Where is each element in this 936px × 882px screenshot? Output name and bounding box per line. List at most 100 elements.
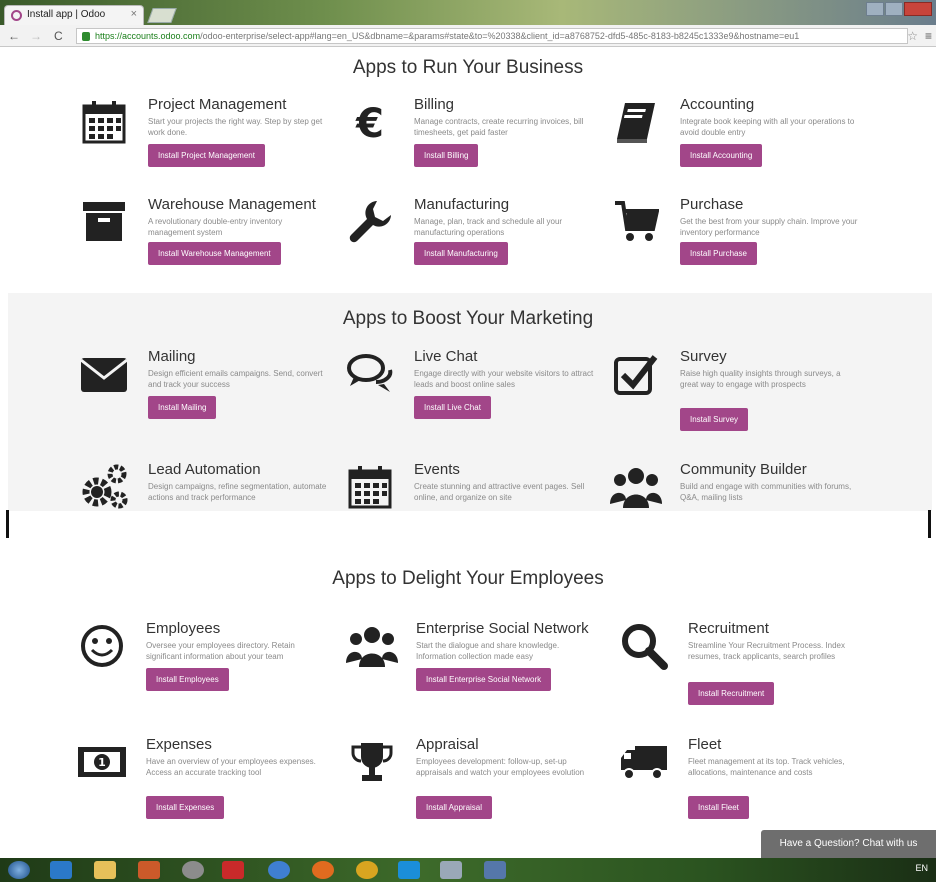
install-recruitment-button[interactable]: Install Recruitment	[688, 682, 775, 705]
app-description: Raise high quality insights through surv…	[680, 369, 841, 389]
install-billing-button[interactable]: Install Billing	[414, 144, 479, 167]
install-survey-button[interactable]: Install Survey	[680, 408, 749, 431]
app-name: Community Builder	[680, 461, 807, 478]
group-icon	[610, 461, 662, 513]
envelope-icon	[78, 348, 130, 400]
internet-explorer-icon[interactable]	[50, 861, 72, 879]
app-name: Accounting	[680, 96, 755, 113]
app-description: Get the best from your supply chain. Imp…	[680, 217, 858, 237]
app-name: Enterprise Social Network	[416, 620, 589, 637]
app-name: Fleet	[688, 736, 722, 753]
app-description: Manage contracts, create recurring invoi…	[414, 117, 584, 137]
maximize-button[interactable]	[885, 2, 903, 16]
app-description: Design efficient emails campaigns. Send,…	[148, 369, 323, 389]
start-button[interactable]	[8, 861, 30, 879]
install-project-management-button[interactable]: Install Project Management	[148, 144, 265, 167]
gears-icon	[78, 461, 130, 513]
system-tray[interactable]: EN	[915, 863, 928, 873]
app-description: Start your projects the right way. Step …	[148, 117, 323, 137]
odoo-favicon-icon	[11, 10, 22, 21]
install-live-chat-button[interactable]: Install Live Chat	[414, 396, 491, 419]
app-description: Streamline Your Recruitment Process. Ind…	[688, 641, 845, 661]
app-name: Expenses	[146, 736, 212, 753]
install-employees-button[interactable]: Install Employees	[146, 668, 229, 691]
install-warehouse-button[interactable]: Install Warehouse Management	[148, 242, 281, 265]
frame-edge-right	[928, 510, 931, 538]
trophy-icon	[346, 736, 398, 788]
group-icon	[346, 620, 398, 672]
install-accounting-button[interactable]: Install Accounting	[680, 144, 763, 167]
calendar-icon	[344, 461, 396, 513]
app-description: Integrate book keeping with all your ope…	[680, 117, 855, 137]
app-description: Design campaigns, refine segmentation, a…	[148, 482, 327, 502]
install-manufacturing-button[interactable]: Install Manufacturing	[414, 242, 508, 265]
app-description: Create stunning and attractive event pag…	[414, 482, 585, 502]
browser-tab[interactable]: Install app | Odoo ×	[4, 5, 144, 25]
window-controls	[866, 2, 932, 16]
tab-close-icon[interactable]: ×	[131, 8, 137, 20]
install-enterprise-social-network-button[interactable]: Install Enterprise Social Network	[416, 668, 552, 691]
minimize-button[interactable]	[866, 2, 884, 16]
app-description: Have an overview of your employees expen…	[146, 757, 316, 777]
window-titlebar: Install app | Odoo ×	[0, 0, 936, 25]
app-name: Live Chat	[414, 348, 478, 365]
truck-icon	[618, 736, 670, 788]
app-name: Events	[414, 461, 460, 478]
chat-bubbles-icon	[344, 348, 396, 400]
install-purchase-button[interactable]: Install Purchase	[680, 242, 757, 265]
section-title-marketing: Apps to Boost Your Marketing	[342, 308, 594, 329]
firefox-icon[interactable]	[312, 861, 334, 879]
svg-text:1: 1	[98, 756, 106, 769]
app-description: Oversee your employees directory. Retain…	[146, 641, 295, 661]
back-icon[interactable]: ←	[8, 29, 20, 43]
new-tab-button[interactable]	[147, 8, 177, 23]
bookmark-star-icon[interactable]: ☆	[907, 29, 918, 43]
app-description: Employees development: follow-up, set-up…	[416, 757, 585, 777]
frame-edge-left	[6, 510, 9, 538]
forward-icon[interactable]: →	[30, 29, 42, 43]
checkbox-icon	[610, 348, 662, 400]
app-name: Warehouse Management	[148, 196, 316, 213]
screenshot-gap	[0, 511, 936, 541]
app-name: Project Management	[148, 96, 287, 113]
browser-menu-icon[interactable]: ≡	[925, 29, 932, 43]
calendar-icon	[78, 96, 130, 148]
windows-taskbar: EN	[0, 858, 936, 882]
install-mailing-button[interactable]: Install Mailing	[148, 396, 217, 419]
smiley-icon	[76, 620, 128, 672]
app-name: Purchase	[680, 196, 744, 213]
skype-icon[interactable]	[398, 861, 420, 879]
browser-toolbar: ← → C https://accounts.odoo.com/odoo-ent…	[0, 25, 936, 47]
app-name: Lead Automation	[148, 461, 261, 478]
app-description: Engage directly with your website visito…	[414, 369, 594, 389]
svg-text:€: €	[355, 101, 384, 145]
app-name: Manufacturing	[414, 196, 510, 213]
wrench-icon	[344, 196, 396, 248]
install-fleet-button[interactable]: Install Fleet	[688, 796, 749, 819]
media-player-icon[interactable]	[138, 861, 160, 879]
section-title-employees: Apps to Delight Your Employees	[332, 568, 604, 589]
close-window-button[interactable]	[904, 2, 932, 16]
url-path: /odoo-enterprise/select-app#lang=en_US&d…	[200, 31, 800, 41]
network-app-icon[interactable]	[268, 861, 290, 879]
app-description: A revolutionary double-entry inventory m…	[148, 217, 283, 237]
live-chat-widget[interactable]: Have a Question? Chat with us	[761, 830, 936, 858]
chrome-icon[interactable]	[356, 861, 378, 879]
app-taskbar-icon[interactable]	[484, 861, 506, 879]
lock-icon	[82, 32, 90, 41]
file-explorer-icon[interactable]	[94, 861, 116, 879]
app-taskbar-icon[interactable]	[182, 861, 204, 879]
app-name: Billing	[414, 96, 455, 113]
install-expenses-button[interactable]: Install Expenses	[146, 796, 225, 819]
app-taskbar-icon[interactable]	[440, 861, 462, 879]
app-description: Manage, plan, track and schedule all you…	[414, 217, 563, 237]
acrobat-icon[interactable]	[222, 861, 244, 879]
magnifier-icon	[618, 620, 670, 672]
app-name: Employees	[146, 620, 221, 637]
app-name: Recruitment	[688, 620, 769, 637]
install-appraisal-button[interactable]: Install Appraisal	[416, 796, 493, 819]
reload-icon[interactable]: C	[54, 29, 63, 43]
money-icon: 1	[76, 736, 128, 788]
address-bar[interactable]: https://accounts.odoo.com/odoo-enterpris…	[76, 28, 908, 44]
tab-title: Install app | Odoo	[27, 9, 106, 20]
